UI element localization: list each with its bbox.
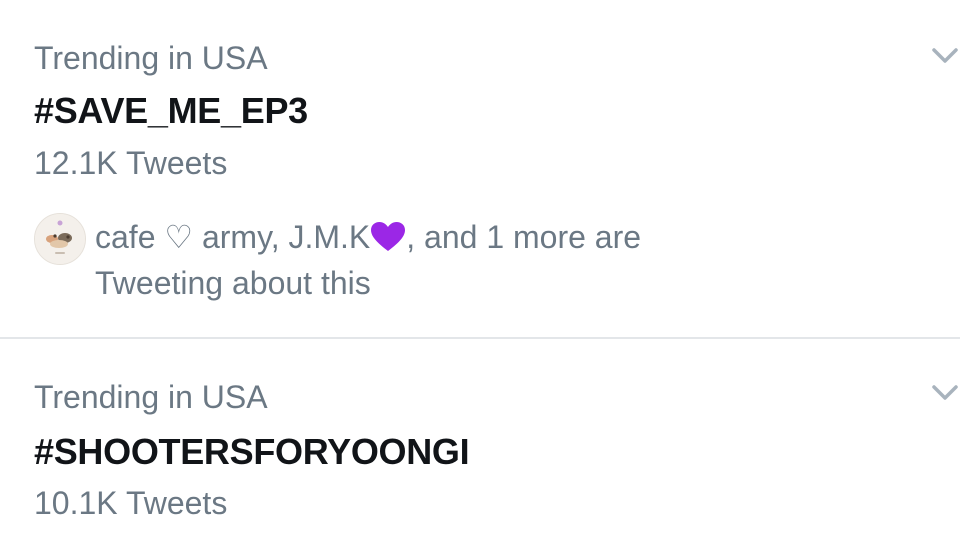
avatar-icon (35, 214, 85, 264)
social-names: cafe ♡ army, J.M.K (95, 219, 371, 255)
trend-hashtag[interactable]: #SHOOTERSFORYOONGI (34, 430, 470, 474)
tweet-count: 12.1K Tweets (34, 145, 228, 181)
chevron-down-icon[interactable] (930, 42, 960, 70)
trend-hashtag[interactable]: #SAVE_ME_EP3 (34, 89, 308, 133)
trend-context: Trending in USA (34, 379, 268, 415)
trend-item[interactable]: Trending in USA #SHOOTERSFORYOONGI 10.1K… (0, 339, 960, 551)
social-context[interactable]: cafe ♡ army, J.M.K , and 1 more are Tweet… (95, 214, 641, 306)
trend-context: Trending in USA (34, 40, 268, 76)
social-context-line-1: cafe ♡ army, J.M.K , and 1 more are (95, 214, 641, 260)
chevron-down-icon[interactable] (930, 379, 960, 407)
trend-item[interactable]: Trending in USA #SAVE_ME_EP3 12.1K Tweet… (0, 0, 960, 339)
purple-heart-icon (371, 222, 406, 251)
tweet-count: 10.1K Tweets (34, 485, 228, 521)
social-more: , and 1 more are (406, 219, 642, 255)
social-context-line-2: Tweeting about this (95, 265, 371, 301)
avatar[interactable] (34, 213, 86, 265)
